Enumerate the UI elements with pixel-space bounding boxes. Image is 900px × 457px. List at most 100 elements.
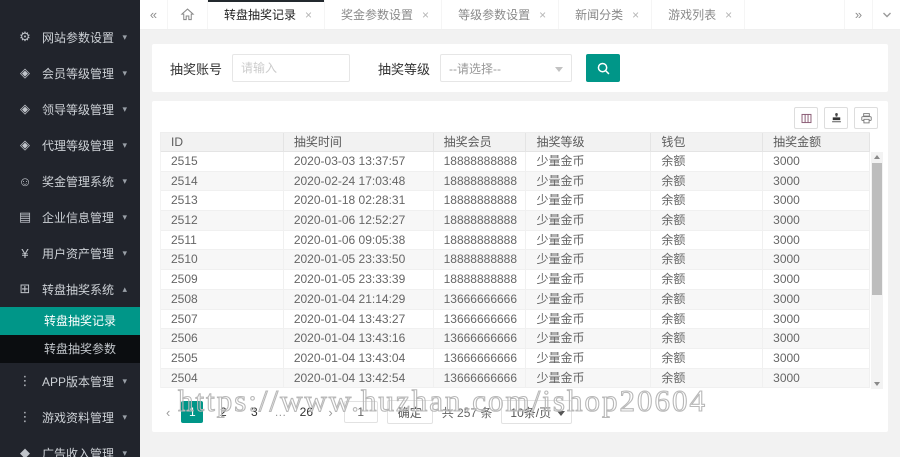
sidebar-item-member-level[interactable]: ◈ 会员等级管理 ▾ bbox=[0, 55, 140, 91]
account-label: 抽奖账号 bbox=[170, 61, 223, 77]
sidebar-item-user-assets[interactable]: ¥ 用户资产管理 ▾ bbox=[0, 235, 140, 271]
tab-bonus-params[interactable]: 奖金参数设置 × bbox=[325, 0, 443, 29]
tab-game-list[interactable]: 游戏列表 × bbox=[652, 0, 746, 29]
sidebar-item-bonus-system[interactable]: ☺ 奖金管理系统 ▾ bbox=[0, 163, 140, 199]
chevron-down-icon: ▾ bbox=[122, 67, 127, 78]
search-button[interactable] bbox=[586, 54, 621, 82]
lottery-submenu: 转盘抽奖记录 转盘抽奖参数 bbox=[0, 307, 140, 363]
sidebar-item-lottery-system[interactable]: ⊞ 转盘抽奖系统 ▴ bbox=[0, 271, 140, 307]
sidebar-item-label: 会员等级管理 bbox=[42, 66, 115, 81]
chevron-down-icon: ▾ bbox=[122, 247, 127, 258]
sidebar-item-leader-level[interactable]: ◈ 领导等级管理 ▾ bbox=[0, 91, 140, 127]
close-icon[interactable]: × bbox=[725, 9, 732, 21]
sidebar-item-agent-level[interactable]: ◈ 代理等级管理 ▾ bbox=[0, 127, 140, 163]
search-icon bbox=[597, 62, 609, 74]
sidebar-item-lottery-records[interactable]: 转盘抽奖记录 bbox=[0, 307, 140, 335]
table-row: 2509 2020-01-05 23:33:39 18888888888 少量金币 余额… bbox=[161, 270, 870, 290]
sidebar-item-label: 转盘抽奖系统 bbox=[42, 282, 115, 297]
account-input[interactable] bbox=[232, 54, 351, 82]
tab-label: 转盘抽奖记录 bbox=[224, 8, 297, 22]
table-row: 2511 2020-01-06 09:05:38 18888888888 少量金币 余额… bbox=[161, 230, 870, 251]
level-select[interactable]: --请选择-- bbox=[440, 54, 573, 82]
sidebar-item-label: APP版本管理 bbox=[42, 374, 115, 389]
chevron-down-icon: ▾ bbox=[122, 175, 127, 186]
sidebar-item-game-data[interactable]: ⋮ 游戏资料管理 ▾ bbox=[0, 399, 140, 435]
sidebar-item-label: 奖金管理系统 bbox=[42, 174, 115, 189]
export-button[interactable] bbox=[824, 107, 848, 129]
page-jump-input[interactable] bbox=[343, 401, 378, 424]
table-row: 2515 2020-03-03 13:37:57 18888888888 少量金币 余额… bbox=[161, 152, 870, 172]
table-row: 2512 2020-01-06 12:52:27 18888888888 少量金币 余额… bbox=[161, 211, 870, 231]
expand-tabs-button[interactable]: » bbox=[844, 0, 872, 29]
sidebar-item-label: 网站参数设置 bbox=[42, 30, 115, 45]
column-header: 抽奖金额 bbox=[763, 133, 870, 152]
page-number-3[interactable]: 3 bbox=[243, 401, 265, 423]
table-row: 2507 2020-01-04 13:43:27 13666666666 少量金币 余额… bbox=[161, 309, 870, 330]
diamond-icon: ◈ bbox=[20, 137, 30, 152]
sidebar-item-app-version[interactable]: ⋮ APP版本管理 ▾ bbox=[0, 363, 140, 399]
sidebar-item-label: 用户资产管理 bbox=[42, 246, 115, 261]
close-icon[interactable]: × bbox=[422, 9, 429, 21]
page-content: 抽奖账号 抽奖等级 --请选择-- bbox=[140, 30, 900, 457]
gear-icon: ⚙ bbox=[19, 29, 31, 44]
table-row: 2504 2020-01-04 13:42:54 13666666666 少量金币 余额… bbox=[161, 368, 870, 389]
table-row: 2510 2020-01-05 23:33:50 18888888888 少量金币 余额… bbox=[161, 250, 870, 271]
pagination: ‹ 1 2 3 … 26 › 确定 共 257 条 10条/页 bbox=[160, 400, 884, 425]
chevron-down-icon: ▾ bbox=[122, 411, 127, 422]
tab-lottery-records[interactable]: 转盘抽奖记录 × bbox=[208, 0, 326, 29]
sidebar-item-label: 领导等级管理 bbox=[42, 102, 115, 117]
tab-label: 等级参数设置 bbox=[458, 8, 531, 22]
sidebar-item-lottery-params[interactable]: 转盘抽奖参数 bbox=[0, 335, 140, 363]
print-button[interactable] bbox=[854, 107, 878, 129]
chevron-down-icon bbox=[555, 67, 564, 72]
chevron-down-icon: ▾ bbox=[122, 103, 127, 114]
tab-menu-button[interactable] bbox=[872, 0, 900, 29]
table-header: ID 抽奖时间 抽奖会员 抽奖等级 钱包 抽奖金额 bbox=[160, 132, 870, 152]
close-icon[interactable]: × bbox=[539, 9, 546, 21]
search-form: 抽奖账号 抽奖等级 --请选择-- bbox=[152, 44, 888, 92]
close-icon[interactable]: × bbox=[632, 9, 639, 21]
level-label: 抽奖等级 bbox=[378, 61, 431, 77]
sidebar-item-company-info[interactable]: ▤ 企业信息管理 ▾ bbox=[0, 199, 140, 235]
sidebar-item-site-params[interactable]: ⚙ 网站参数设置 ▾ bbox=[0, 19, 140, 55]
page-ellipsis: … bbox=[274, 405, 287, 420]
column-header: 抽奖等级 bbox=[526, 133, 652, 152]
scroll-up-arrow[interactable] bbox=[871, 152, 883, 162]
scroll-down-arrow[interactable] bbox=[871, 379, 883, 389]
chevron-down-icon bbox=[882, 12, 891, 17]
column-header: 钱包 bbox=[651, 133, 764, 152]
home-tab[interactable] bbox=[168, 0, 208, 29]
tab-level-params[interactable]: 等级参数设置 × bbox=[442, 0, 560, 29]
page-jump-confirm-button[interactable]: 确定 bbox=[386, 400, 433, 425]
page-number-1[interactable]: 1 bbox=[181, 401, 204, 424]
page-number-last[interactable]: 26 bbox=[295, 401, 317, 423]
filter-columns-button[interactable] bbox=[794, 107, 818, 129]
diamond-icon: ◈ bbox=[20, 65, 30, 80]
sidebar: ⚙ 网站参数设置 ▾ ◈ 会员等级管理 ▾ ◈ 领导等级管理 ▾ ◈ 代理等级管… bbox=[0, 0, 140, 457]
close-icon[interactable]: × bbox=[305, 9, 312, 21]
tab-label: 奖金参数设置 bbox=[341, 8, 414, 22]
chevron-up-icon: ▴ bbox=[122, 283, 127, 294]
sidebar-item-ad-income[interactable]: ◆ 广告收入管理 ▾ bbox=[0, 435, 140, 457]
level-select-value: --请选择-- bbox=[449, 61, 502, 76]
chevron-down-icon: ▾ bbox=[122, 375, 127, 386]
scrollbar-thumb[interactable] bbox=[872, 163, 882, 295]
table-row: 2513 2020-01-18 02:28:31 18888888888 少量金币 余额… bbox=[161, 191, 870, 212]
home-icon bbox=[180, 8, 195, 21]
column-header: 抽奖时间 bbox=[283, 133, 434, 152]
tab-news-category[interactable]: 新闻分类 × bbox=[559, 0, 653, 29]
sidebar-item-label: 广告收入管理 bbox=[42, 446, 115, 457]
page-number-2[interactable]: 2 bbox=[212, 401, 234, 423]
diamond-icon: ◈ bbox=[20, 101, 30, 116]
table-toolbar bbox=[160, 107, 884, 129]
prev-page-button[interactable]: ‹ bbox=[164, 405, 172, 420]
filter-columns-icon bbox=[801, 113, 811, 123]
collapse-tabs-button[interactable]: « bbox=[140, 0, 168, 29]
table-row: 2508 2020-01-04 21:14:29 13666666666 少量金币 余额… bbox=[161, 289, 870, 310]
sidebar-item-label: 企业信息管理 bbox=[42, 210, 115, 225]
next-page-button[interactable]: › bbox=[326, 405, 334, 420]
page-size-select[interactable]: 10条/页 bbox=[501, 400, 573, 425]
rmb-icon: ¥ bbox=[21, 245, 29, 261]
chevron-down-icon: ▾ bbox=[122, 211, 127, 222]
table-scrollbar[interactable] bbox=[871, 152, 883, 389]
